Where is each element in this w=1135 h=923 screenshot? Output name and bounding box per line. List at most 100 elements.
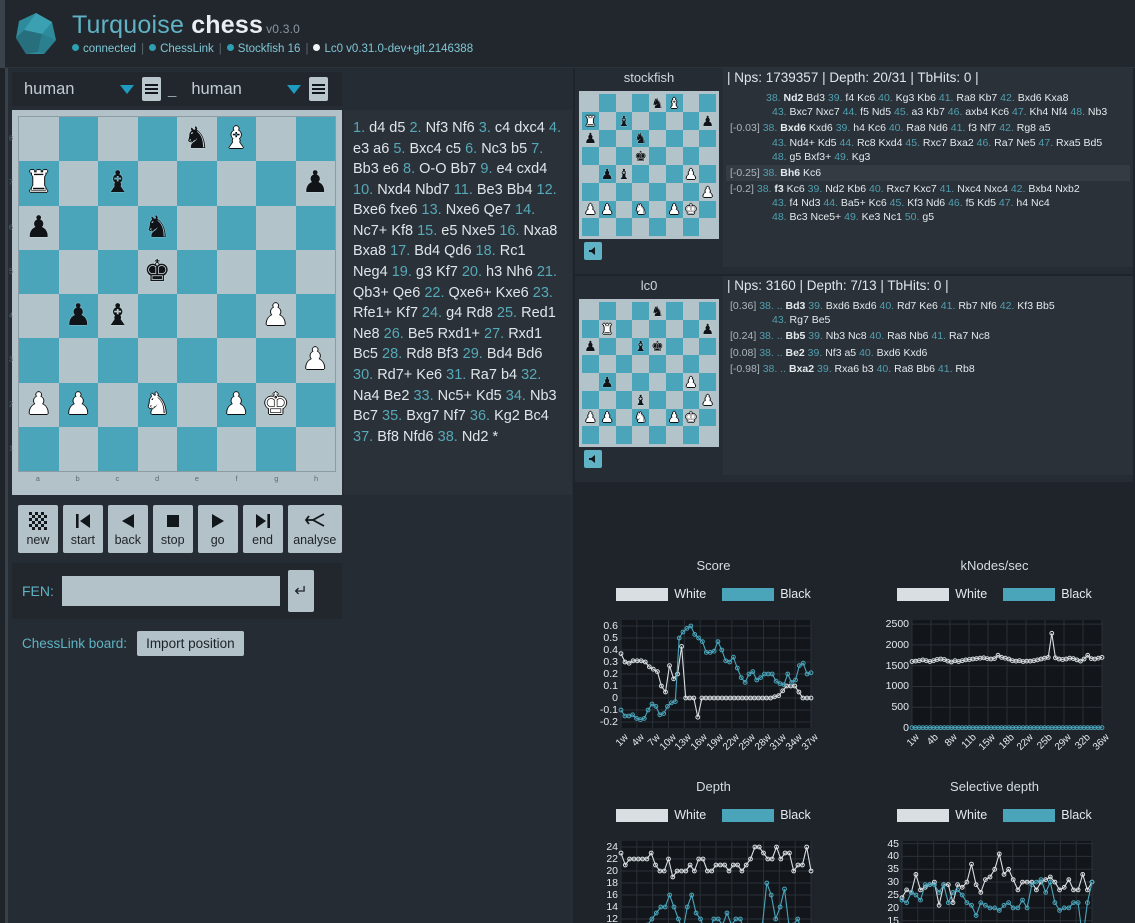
board-square[interactable] [615, 426, 633, 444]
engine-variation[interactable]: [-0.03] 38. Bxd6 Kxd6 39. h4 Kc6 40. Ra8… [726, 120, 1130, 165]
move-pair[interactable]: Bd4 Bd6 [487, 346, 543, 362]
board-square[interactable]: ♞ [137, 205, 177, 250]
board-square[interactable] [632, 355, 649, 373]
board-square[interactable] [137, 294, 177, 339]
board-square[interactable] [615, 129, 633, 148]
legend-item-black[interactable]: Black [722, 808, 811, 822]
board-square[interactable] [615, 182, 633, 201]
board-square[interactable]: ♞ [632, 408, 649, 427]
board-square[interactable] [98, 249, 138, 294]
board-square[interactable] [598, 426, 616, 444]
engine-variation[interactable]: [0.08] 38. .. Be2 39. Nf3 a5 40. Bxd6 Kx… [726, 345, 1130, 361]
board-square[interactable] [632, 302, 649, 320]
board-square[interactable] [682, 337, 700, 356]
move-pair[interactable]: Rd8 Bf3 [406, 346, 462, 362]
board-square[interactable] [295, 294, 335, 339]
board-square[interactable]: ♟ [699, 111, 716, 130]
board-square[interactable] [137, 117, 177, 162]
board-square[interactable]: ♟ 6 [9, 205, 59, 250]
board-square[interactable] [665, 302, 683, 320]
board-square[interactable]: ♟ [682, 373, 700, 391]
move-pair[interactable]: g3 Kf7 [416, 264, 462, 280]
board-square[interactable] [615, 408, 633, 427]
move-pair[interactable]: h3 Nh6 [486, 264, 537, 280]
engine-variation[interactable]: [-0.98] 38. .. Bxa2 39. Rxa6 b3 40. Ra8 … [726, 361, 1130, 377]
board-square[interactable] [682, 302, 700, 320]
move-pair[interactable]: Ra7 b4 [470, 367, 521, 383]
board-square[interactable]: ♞ [177, 117, 217, 162]
board-square[interactable]: ♟ [682, 165, 700, 183]
board-square[interactable] [256, 161, 296, 206]
import-position-button[interactable]: Import position [137, 630, 244, 656]
board-square[interactable] [699, 129, 716, 148]
board-square[interactable]: ♟ [582, 408, 599, 427]
board-square[interactable]: ♟ [699, 390, 716, 409]
board-square[interactable] [665, 426, 683, 444]
board-square[interactable] [632, 165, 649, 183]
board-square[interactable] [598, 218, 616, 236]
board-square[interactable]: ♚ [682, 408, 700, 427]
board-square[interactable]: ♟ [58, 382, 98, 427]
board-square[interactable] [665, 390, 683, 409]
fen-submit-button[interactable]: ↵ [287, 570, 314, 612]
move-pair[interactable]: d4 d5 [369, 120, 409, 136]
board-square[interactable] [665, 373, 683, 391]
board-square[interactable] [665, 147, 683, 165]
board-square[interactable] [615, 200, 633, 219]
board-square[interactable]: ♜ [582, 111, 599, 130]
move-pair[interactable]: e5 Nxe5 [441, 223, 499, 239]
board-square[interactable] [649, 129, 666, 148]
board-square[interactable] [177, 294, 217, 339]
move-pair[interactable]: Bf8 Nfd6 [377, 429, 437, 445]
board-square[interactable]: ♚ [137, 249, 177, 294]
board-square[interactable]: ♟ [598, 200, 616, 219]
engine-variation[interactable]: [0.24] 38. .. Bb5 39. Nb3 Nc8 40. Ra8 Nb… [726, 328, 1130, 344]
board-square[interactable] [649, 182, 666, 201]
board-square[interactable] [598, 355, 616, 373]
board-square[interactable]: ♟ [216, 382, 256, 427]
board-square[interactable] [632, 373, 649, 391]
board-square[interactable] [58, 205, 98, 250]
board-square[interactable] [699, 302, 716, 320]
legend-item-white[interactable]: White [616, 808, 706, 822]
board-square[interactable]: 8 [9, 117, 59, 162]
board-square[interactable] [582, 426, 599, 444]
board-square[interactable]: 5 [9, 249, 59, 294]
board-square[interactable] [665, 218, 683, 236]
board-square[interactable] [216, 338, 256, 383]
board-square[interactable] [682, 319, 700, 338]
main-chessboard[interactable]: 8 ♞ ♝ ♜ 7 ♝ ♟ ♟ 6 ♞ 5 ♚ 4 ♟ ♝ ♟ 3 ♟ ♟ 2 ♟ ♞ ♟ ♚ 1 abcdefgh [9, 110, 342, 495]
black-player-menu-button[interactable] [309, 77, 329, 101]
board-square[interactable]: ♝ [632, 337, 649, 356]
board-square[interactable] [649, 200, 666, 219]
collapse-left-icon[interactable] [584, 242, 602, 260]
board-square[interactable] [256, 205, 296, 250]
board-square[interactable] [649, 373, 666, 391]
board-square[interactable] [649, 319, 666, 338]
move-pair[interactable]: Be3 Bb4 [477, 182, 537, 198]
engine-lines[interactable]: 38. Nd2 Bd3 39. f4 Kc6 40. Kg3 Kb6 41. R… [723, 88, 1133, 267]
board-square[interactable] [216, 249, 256, 294]
board-square[interactable]: ♝ [615, 165, 633, 183]
board-square[interactable] [582, 147, 599, 165]
board-square[interactable] [256, 117, 296, 162]
board-square[interactable] [137, 338, 177, 383]
board-square[interactable] [682, 355, 700, 373]
chart-knodes[interactable]: kNodes/sec White Black 2500 2000 1500 1000 500 0… [854, 548, 1135, 769]
board-square[interactable] [615, 218, 633, 236]
new-button[interactable]: new [18, 505, 58, 553]
board-square[interactable] [649, 111, 666, 130]
board-square[interactable]: 4 [9, 294, 59, 339]
board-square[interactable]: ♞ [137, 382, 177, 427]
board-square[interactable] [649, 390, 666, 409]
board-square[interactable] [177, 205, 217, 250]
board-square[interactable] [649, 408, 666, 427]
board-square[interactable] [615, 319, 633, 338]
board-square[interactable]: ♟ [665, 200, 683, 219]
board-square[interactable] [615, 373, 633, 391]
board-square[interactable] [98, 117, 138, 162]
board-square[interactable]: ♚ [682, 200, 700, 219]
board-square[interactable] [682, 182, 700, 201]
engine-variation[interactable]: 38. Nd2 Bd3 39. f4 Kc6 40. Kg3 Kb6 41. R… [726, 90, 1130, 120]
stop-button[interactable]: stop [152, 505, 193, 553]
